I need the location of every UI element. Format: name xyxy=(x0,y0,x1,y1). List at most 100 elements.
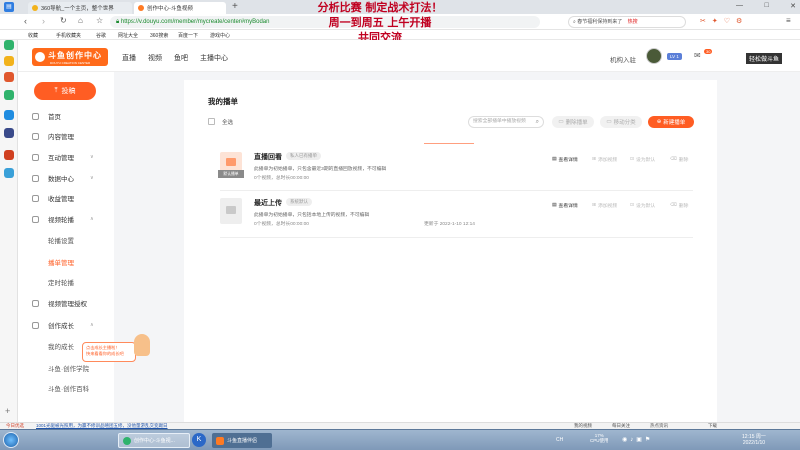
search-placeholder: 搜索全部播单中播放视频 xyxy=(473,119,526,124)
bookmark-item[interactable]: 网址大全 xyxy=(118,32,138,39)
douyu-favicon-icon xyxy=(138,5,144,11)
back-icon[interactable]: ‹ xyxy=(24,16,27,26)
growth-tip-bubble[interactable]: 点击成长主播啦！ 快来看看你的成长吧 xyxy=(82,342,136,362)
creator-sidebar: ⤒ 投稿 首页内容管理互动管理 ∨ 数据中心 ∨ 收益管理 视频轮播 ∧ 轮播设置 播单管理 定时… xyxy=(18,72,150,428)
playlist-row[interactable]: 默认播单 直播回看 私人已有播单 此播单为初始播单，只包含最近3期的直播回放视频… xyxy=(218,152,693,194)
browser-app-icon xyxy=(123,436,131,445)
sidebar-item[interactable]: 视频管理授权 xyxy=(18,293,114,313)
sidebar-item[interactable]: 数据中心 ∨ xyxy=(18,168,114,188)
site-logo[interactable]: 斗鱼创作中心 DOUYU CREATION CENTER xyxy=(32,48,108,66)
start-button[interactable] xyxy=(3,432,19,448)
favorite-star-icon[interactable]: ☆ xyxy=(96,16,103,25)
playlist-thumbnail xyxy=(220,198,242,224)
bookmark-item[interactable]: 收藏 xyxy=(28,32,38,39)
sidebar-item-label: 互动管理 xyxy=(48,155,74,162)
sidebar-item[interactable]: 收益管理 xyxy=(18,188,114,208)
sidebar-item[interactable]: 播单管理 xyxy=(18,252,114,272)
sidebar-item[interactable]: 创作成长 ∧ xyxy=(18,315,114,335)
sidebar-item[interactable]: 内容管理 xyxy=(18,126,114,146)
minimize-button[interactable]: — xyxy=(736,2,743,10)
details-icon: ▤ xyxy=(552,203,557,208)
select-all-checkbox[interactable] xyxy=(208,118,215,125)
sidebar-item[interactable]: 首页 xyxy=(18,106,114,126)
set-default-button[interactable]: ⊡ 设为默认 xyxy=(630,202,655,209)
input-method-indicator[interactable]: CH xyxy=(556,437,563,443)
action-label: 设为默认 xyxy=(636,204,656,209)
sidebar-app-icon[interactable] xyxy=(4,90,14,100)
move-category-button[interactable]: ▭ 移动分类 xyxy=(600,116,642,128)
maximize-button[interactable]: □ xyxy=(764,2,768,10)
home-icon[interactable]: ⌂ xyxy=(78,16,83,25)
bookmark-item[interactable]: 游戏中心 xyxy=(210,32,230,39)
nav-live[interactable]: 直播 xyxy=(122,53,136,63)
taskbar-douyu-companion[interactable]: 斗鱼直播伴侣 xyxy=(212,433,272,448)
bookmark-item[interactable]: 手机收藏夹 xyxy=(56,32,81,39)
plus-icon: ⊕ xyxy=(656,119,662,125)
delete-button[interactable]: ⌫ 删除 xyxy=(670,156,688,163)
menu-icon[interactable]: ≡ xyxy=(786,16,791,25)
sidebar-item[interactable]: 互动管理 ∨ xyxy=(18,147,114,167)
add-video-button[interactable]: ⊞ 添加视频 xyxy=(592,156,617,163)
browser-nav-bar: ‹ › ↻ ⌂ ☆ 🔒︎ https://v.douyu.com/member/… xyxy=(0,14,800,30)
sidebar-item[interactable]: 轮播设置 xyxy=(18,230,114,250)
sidebar-item-label: 内容管理 xyxy=(48,134,74,141)
refresh-icon[interactable]: ↻ xyxy=(60,16,67,25)
sidebar-item-label: 首页 xyxy=(48,114,61,121)
nav-yuba[interactable]: 鱼吧 xyxy=(174,53,188,63)
taskbar-k-icon[interactable]: K xyxy=(192,433,206,447)
task-title: 斗鱼直播伴侣 xyxy=(227,438,258,444)
forward-icon[interactable]: › xyxy=(42,16,45,26)
mail-icon[interactable]: ✉ xyxy=(694,51,701,60)
sidebar-app-icon[interactable] xyxy=(4,40,14,50)
sidebar-app-icon[interactable] xyxy=(4,110,14,120)
tab-creation-center[interactable]: 创作中心-斗鱼视频 xyxy=(134,2,226,14)
move-icon: ▭ xyxy=(606,119,612,125)
sidebar-item-label: 创作成长 xyxy=(48,323,74,330)
taskbar-browser[interactable]: 创作中心-斗鱼视... xyxy=(118,433,190,448)
360-favicon-icon xyxy=(32,5,38,11)
sidebar-app-icon[interactable] xyxy=(4,168,14,178)
add-video-button[interactable]: ⊞ 添加视频 xyxy=(592,202,617,209)
playlist-row[interactable]: 最近上传 系统默认 此播单为初始播单，只包括本地上传的视频，不可编辑 0个视频，… xyxy=(220,198,693,240)
sidebar-app-icon[interactable] xyxy=(4,56,14,66)
nav-video[interactable]: 视频 xyxy=(148,53,162,63)
view-details-button[interactable]: ▤ 查看详情 xyxy=(552,156,578,163)
add-icon: ⊞ xyxy=(592,203,597,208)
nav-anchor-center[interactable]: 主播中心 xyxy=(200,53,228,63)
new-playlist-button[interactable]: ⊕ 新建播单 xyxy=(648,116,694,128)
org-join-link[interactable]: 机构入驻 xyxy=(610,54,636,64)
bookmark-item[interactable]: 360搜索 xyxy=(150,32,168,39)
view-details-button[interactable]: ▤ 查看详情 xyxy=(552,202,578,209)
sidebar-item[interactable]: 视频轮播 ∧ xyxy=(18,209,114,229)
browser-search-box[interactable]: ⌕ 春节福利保持到来了 热搜 xyxy=(568,16,686,28)
close-window-button[interactable]: ✕ xyxy=(790,2,796,10)
upload-button[interactable]: ⤒ 投稿 xyxy=(34,82,96,100)
default-playlist-tag: 默认播单 xyxy=(218,170,244,178)
clock[interactable]: 12:15 周一 2022/1/10 xyxy=(742,433,766,446)
tab-360-navigation[interactable]: 360导航_一个主页，整个世界 xyxy=(28,2,132,14)
set-default-button[interactable]: ⊡ 设为默认 xyxy=(630,156,655,163)
chevron-icon: ∨ xyxy=(90,154,94,160)
add-app-icon[interactable]: + xyxy=(5,406,10,416)
playlist-search-input[interactable]: 搜索全部播单中播放视频 ⌕ xyxy=(468,116,544,128)
browser-logo-icon[interactable]: ▤ xyxy=(4,2,14,12)
new-tab-button[interactable]: + xyxy=(232,1,238,12)
window-controls: — □ ✕ xyxy=(736,2,796,10)
bookmark-item[interactable]: 谷歌 xyxy=(96,32,106,39)
sidebar-item[interactable]: 斗鱼·创作百科 xyxy=(18,378,114,398)
sidebar-app-icon[interactable] xyxy=(4,128,14,138)
sidebar-item-icon xyxy=(32,215,39,223)
message-count-badge: 30 xyxy=(704,49,713,54)
search-icon: ⌕ xyxy=(535,119,539,125)
sidebar-item[interactable]: 定时轮播 xyxy=(18,272,114,292)
sidebar-app-icon[interactable] xyxy=(4,72,14,82)
delete-playlist-button[interactable]: ▭ 删除播单 xyxy=(552,116,594,128)
avatar[interactable] xyxy=(646,48,662,64)
sidebar-item-icon xyxy=(32,174,39,182)
playlist-updated-time: 更新于 2022-1-10 12:14 xyxy=(424,222,475,227)
bookmark-item[interactable]: 百度一下 xyxy=(178,32,198,39)
tray-icons: ◉♪▣⚑ xyxy=(622,437,654,443)
delete-button[interactable]: ⌫ 删除 xyxy=(670,202,688,209)
sidebar-app-icon[interactable] xyxy=(4,150,14,160)
address-bar[interactable]: 🔒︎ https://v.douyu.com/member/mycreate/c… xyxy=(110,16,540,28)
